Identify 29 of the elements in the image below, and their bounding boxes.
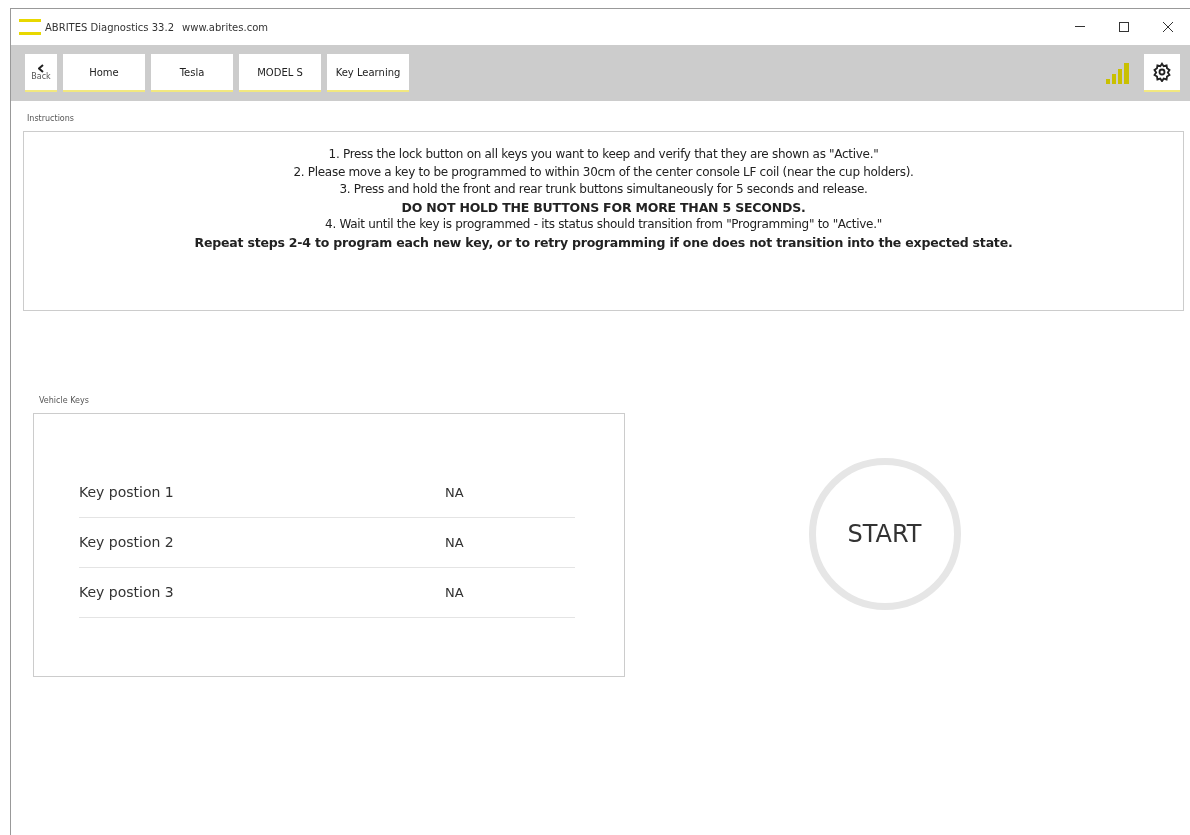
breadcrumb-tab[interactable]: Tesla bbox=[151, 54, 233, 92]
settings-button[interactable] bbox=[1144, 54, 1180, 92]
key-status: NA bbox=[445, 533, 464, 552]
settings-icon bbox=[1152, 62, 1172, 82]
back-chevron-icon bbox=[38, 63, 44, 73]
key-position-label: Key postion 1 bbox=[79, 483, 175, 502]
instruction-line: 1. Press the lock button on all keys you want to keep and verify that they are shown as "Active." bbox=[328, 146, 879, 163]
instruction-line: 4. Wait until the key is programmed - its status should transition from "Programming" to "Active." bbox=[325, 216, 882, 233]
minimize-icon bbox=[1075, 26, 1085, 28]
breadcrumb-tab[interactable]: Home bbox=[63, 54, 145, 92]
start-button[interactable]: START bbox=[808, 458, 961, 610]
breadcrumb-tab[interactable]: Key Learning bbox=[327, 54, 409, 92]
maximize-icon bbox=[1119, 22, 1129, 32]
window-title: ABRITES Diagnostics 33.2 bbox=[45, 20, 175, 35]
breadcrumb-tab[interactable]: MODEL S bbox=[239, 54, 321, 92]
close-icon bbox=[1163, 22, 1173, 32]
section-label: Instructions bbox=[27, 113, 74, 125]
key-status: NA bbox=[445, 483, 464, 502]
instruction-line: DO NOT HOLD THE BUTTONS FOR MORE THAN 5 SECONDS. bbox=[401, 198, 806, 216]
instruction-line: Repeat steps 2-4 to program each new key, or to retry programming if one does not transition into the expected state. bbox=[194, 233, 1013, 251]
window-url: www.abrites.com bbox=[182, 20, 268, 35]
back-button[interactable]: Back bbox=[25, 54, 57, 92]
instruction-line: 3. Press and hold the front and rear trunk buttons simultaneously for 5 seconds and release. bbox=[339, 181, 868, 198]
instruction-line: 2. Please move a key to be programmed to within 30cm of the center console LF coil (near the cup holders). bbox=[293, 163, 914, 181]
key-status: NA bbox=[445, 583, 464, 602]
section-label: Vehicle Keys bbox=[39, 395, 89, 407]
app-logo-icon bbox=[19, 18, 41, 36]
key-position-label: Key postion 3 bbox=[79, 583, 175, 602]
key-position-label: Key postion 2 bbox=[79, 533, 175, 552]
